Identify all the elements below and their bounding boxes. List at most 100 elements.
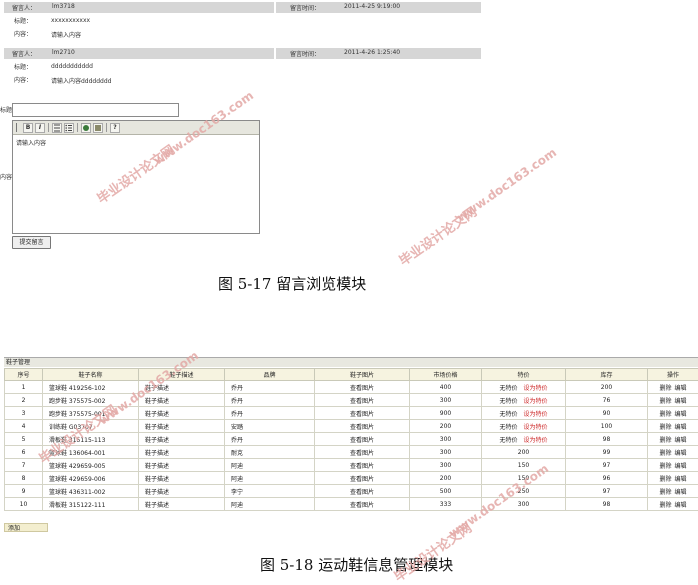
unordered-list-icon[interactable] bbox=[64, 123, 74, 133]
cell-price: 300 bbox=[409, 432, 482, 446]
header-price: 市场价格 bbox=[409, 368, 482, 381]
edit-link[interactable]: 编辑 bbox=[675, 411, 687, 418]
special-value: 200 bbox=[517, 448, 530, 456]
view-image-link[interactable]: 查看图片 bbox=[314, 445, 410, 459]
delete-link[interactable]: 删除 bbox=[659, 489, 671, 496]
message-2-content: 请输入内容dddddddd bbox=[51, 78, 112, 85]
cell-desc: 鞋子描述 bbox=[138, 484, 225, 498]
cell-brand: 阿迪 bbox=[224, 471, 315, 485]
view-image-link[interactable]: 查看图片 bbox=[314, 484, 410, 498]
edit-link[interactable]: 编辑 bbox=[675, 398, 687, 405]
set-special-link[interactable]: 设为特价 bbox=[524, 385, 548, 392]
edit-link[interactable]: 编辑 bbox=[675, 463, 687, 470]
cell-stock: 98 bbox=[565, 432, 648, 446]
delete-link[interactable]: 删除 bbox=[659, 411, 671, 418]
view-image-link[interactable]: 查看图片 bbox=[314, 406, 410, 420]
cell-price: 400 bbox=[409, 380, 482, 394]
cell-name: 篮球鞋 429659-005 bbox=[42, 458, 139, 472]
figure-caption-5-17: 图 5-17 留言浏览模块 bbox=[218, 275, 367, 293]
message-2-title: ddddddddddd bbox=[51, 63, 93, 70]
edit-link[interactable]: 编辑 bbox=[675, 476, 687, 483]
view-image-link[interactable]: 查看图片 bbox=[314, 432, 410, 446]
cell-price: 500 bbox=[409, 484, 482, 498]
cell-special: 无特价 设为特价 bbox=[481, 380, 566, 394]
cell-no: 2 bbox=[4, 393, 43, 407]
table-header-row: 序号 鞋子名称 鞋子描述 品牌 鞋子图片 市场价格 特价 库存 操作 bbox=[4, 368, 698, 381]
insert-image-icon[interactable] bbox=[81, 123, 91, 133]
ordered-list-icon[interactable] bbox=[52, 123, 62, 133]
delete-link[interactable]: 删除 bbox=[659, 463, 671, 470]
delete-link[interactable]: 删除 bbox=[659, 502, 671, 509]
special-value: 无特价 bbox=[499, 436, 518, 444]
form-title-label: 标题 bbox=[0, 107, 13, 114]
delete-link[interactable]: 删除 bbox=[659, 437, 671, 444]
cell-desc: 鞋子描述 bbox=[138, 406, 225, 420]
view-image-link[interactable]: 查看图片 bbox=[314, 458, 410, 472]
cell-brand: 乔丹 bbox=[224, 406, 315, 420]
table-row: 5 滑板鞋 315115-113 鞋子描述 乔丹 查看图片 300 无特价 设为特价 98 删除编… bbox=[4, 432, 698, 446]
cell-brand: 李宁 bbox=[224, 484, 315, 498]
message-1-title-label: 标题： bbox=[14, 18, 33, 25]
bold-icon[interactable]: B bbox=[23, 123, 33, 133]
help-icon[interactable]: ? bbox=[110, 123, 120, 133]
edit-link[interactable]: 编辑 bbox=[675, 450, 687, 457]
shoe-table: 序号 鞋子名称 鞋子描述 品牌 鞋子图片 市场价格 特价 库存 操作 1 篮球鞋 … bbox=[4, 368, 698, 511]
set-special-link[interactable]: 设为特价 bbox=[524, 398, 548, 405]
view-image-link[interactable]: 查看图片 bbox=[314, 393, 410, 407]
message-2-author: lm2710 bbox=[52, 49, 75, 56]
edit-link[interactable]: 编辑 bbox=[675, 489, 687, 496]
delete-link[interactable]: 删除 bbox=[659, 424, 671, 431]
cell-no: 4 bbox=[4, 419, 43, 433]
cell-brand: 乔丹 bbox=[224, 393, 315, 407]
special-value: 300 bbox=[517, 500, 530, 508]
editor-content[interactable]: 请输入内容 bbox=[16, 138, 46, 147]
special-value: 无特价 bbox=[499, 423, 518, 431]
cell-brand: 安踏 bbox=[224, 419, 315, 433]
set-special-link[interactable]: 设为特价 bbox=[524, 424, 548, 431]
add-shoe-button[interactable]: 添加 bbox=[4, 523, 48, 532]
view-image-link[interactable]: 查看图片 bbox=[314, 471, 410, 485]
view-image-link[interactable]: 查看图片 bbox=[314, 380, 410, 394]
delete-link[interactable]: 删除 bbox=[659, 385, 671, 392]
table-row: 6 篮球鞋 136064-001 鞋子描述 耐克 查看图片 300 200 99 删除 编辑 bbox=[4, 445, 698, 459]
cell-desc: 鞋子描述 bbox=[138, 471, 225, 485]
header-stock: 库存 bbox=[565, 368, 648, 381]
title-input[interactable] bbox=[12, 103, 179, 117]
message-2-time-label: 留言时间： bbox=[290, 51, 321, 58]
cell-brand: 乔丹 bbox=[224, 432, 315, 446]
cell-no: 9 bbox=[4, 484, 43, 498]
view-image-link[interactable]: 查看图片 bbox=[314, 419, 410, 433]
cell-actions: 删除 编辑 bbox=[647, 484, 698, 498]
edit-link[interactable]: 编辑 bbox=[675, 424, 687, 431]
edit-link[interactable]: 编辑 bbox=[675, 437, 687, 444]
cell-special: 200 bbox=[481, 445, 566, 459]
cell-actions: 删除 编辑 bbox=[647, 380, 698, 394]
insert-media-icon[interactable] bbox=[93, 123, 103, 133]
cell-stock: 97 bbox=[565, 458, 648, 472]
delete-link[interactable]: 删除 bbox=[659, 476, 671, 483]
cell-special: 无特价 设为特价 bbox=[481, 393, 566, 407]
cell-stock: 200 bbox=[565, 380, 648, 394]
delete-link[interactable]: 删除 bbox=[659, 398, 671, 405]
italic-icon[interactable]: I bbox=[35, 123, 45, 133]
edit-link[interactable]: 编辑 bbox=[675, 385, 687, 392]
toolbar-separator bbox=[77, 123, 78, 132]
message-2-header: 留言人： lm2710 bbox=[4, 48, 274, 59]
delete-link[interactable]: 删除 bbox=[659, 450, 671, 457]
cell-no: 3 bbox=[4, 406, 43, 420]
set-special-link[interactable]: 设为特价 bbox=[524, 411, 548, 418]
table-row: 7 篮球鞋 429659-005 鞋子描述 阿迪 查看图片 300 150 97 删除 编辑 bbox=[4, 458, 698, 472]
toolbar-separator bbox=[48, 123, 49, 132]
cell-no: 10 bbox=[4, 497, 43, 511]
cell-actions: 删除 编辑 bbox=[647, 432, 698, 446]
cell-price: 300 bbox=[409, 393, 482, 407]
cell-price: 300 bbox=[409, 445, 482, 459]
cell-stock: 76 bbox=[565, 393, 648, 407]
cell-price: 200 bbox=[409, 419, 482, 433]
header-name: 鞋子名称 bbox=[42, 368, 139, 381]
submit-message-button[interactable]: 提交留言 bbox=[12, 236, 51, 249]
set-special-link[interactable]: 设为特价 bbox=[524, 437, 548, 444]
view-image-link[interactable]: 查看图片 bbox=[314, 497, 410, 511]
cell-stock: 98 bbox=[565, 497, 648, 511]
edit-link[interactable]: 编辑 bbox=[675, 502, 687, 509]
